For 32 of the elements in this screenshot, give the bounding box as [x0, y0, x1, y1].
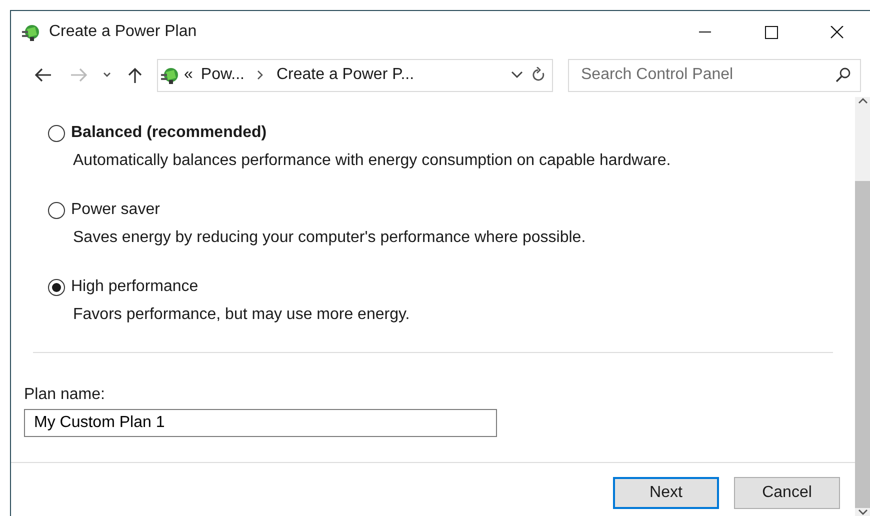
- up-button[interactable]: [126, 67, 144, 83]
- maximize-button[interactable]: [764, 26, 778, 38]
- option-label[interactable]: Balanced (recommended): [71, 121, 267, 145]
- breadcrumb[interactable]: Pow...: [196, 63, 248, 87]
- field-label: Plan name:: [24, 385, 106, 405]
- address-bar[interactable]: « Pow... Create a Power P...: [157, 58, 553, 92]
- option-description: Saves energy by reducing your computer's performance where possible.: [73, 228, 587, 248]
- power-plan-icon: [21, 22, 41, 42]
- refresh-icon[interactable]: [532, 67, 546, 83]
- chevron-right-icon: [256, 70, 264, 80]
- power-plan-icon: [160, 65, 180, 85]
- scrollbar[interactable]: [855, 97, 870, 516]
- radio-button[interactable]: [48, 124, 65, 142]
- back-button[interactable]: [34, 67, 52, 83]
- search-icon: [835, 66, 851, 82]
- option-label[interactable]: Power saver: [71, 198, 160, 222]
- scroll-down-icon[interactable]: [858, 508, 868, 516]
- option-label[interactable]: High performance: [71, 275, 198, 299]
- option-description: Favors performance, but may use more energy.: [73, 305, 411, 325]
- window-title: Create a Power Plan: [49, 22, 197, 42]
- dialog-button[interactable]: Cancel: [734, 477, 840, 509]
- dialog-button[interactable]: Next: [613, 477, 719, 509]
- radio-button[interactable]: [48, 202, 65, 218]
- overflow-chevron[interactable]: «: [180, 63, 197, 87]
- plan-name-field[interactable]: My Custom Plan 1: [24, 409, 497, 437]
- breadcrumb[interactable]: Create a Power P...: [272, 63, 418, 87]
- radio-button[interactable]: [48, 278, 65, 296]
- scroll-up-icon[interactable]: [858, 97, 868, 105]
- dropdown-icon[interactable]: [510, 70, 524, 80]
- option-description: Automatically balances performance with energy consumption on capable hardware.: [73, 151, 672, 171]
- search-field[interactable]: Search Control Panel: [568, 58, 861, 92]
- close-button[interactable]: [830, 26, 844, 38]
